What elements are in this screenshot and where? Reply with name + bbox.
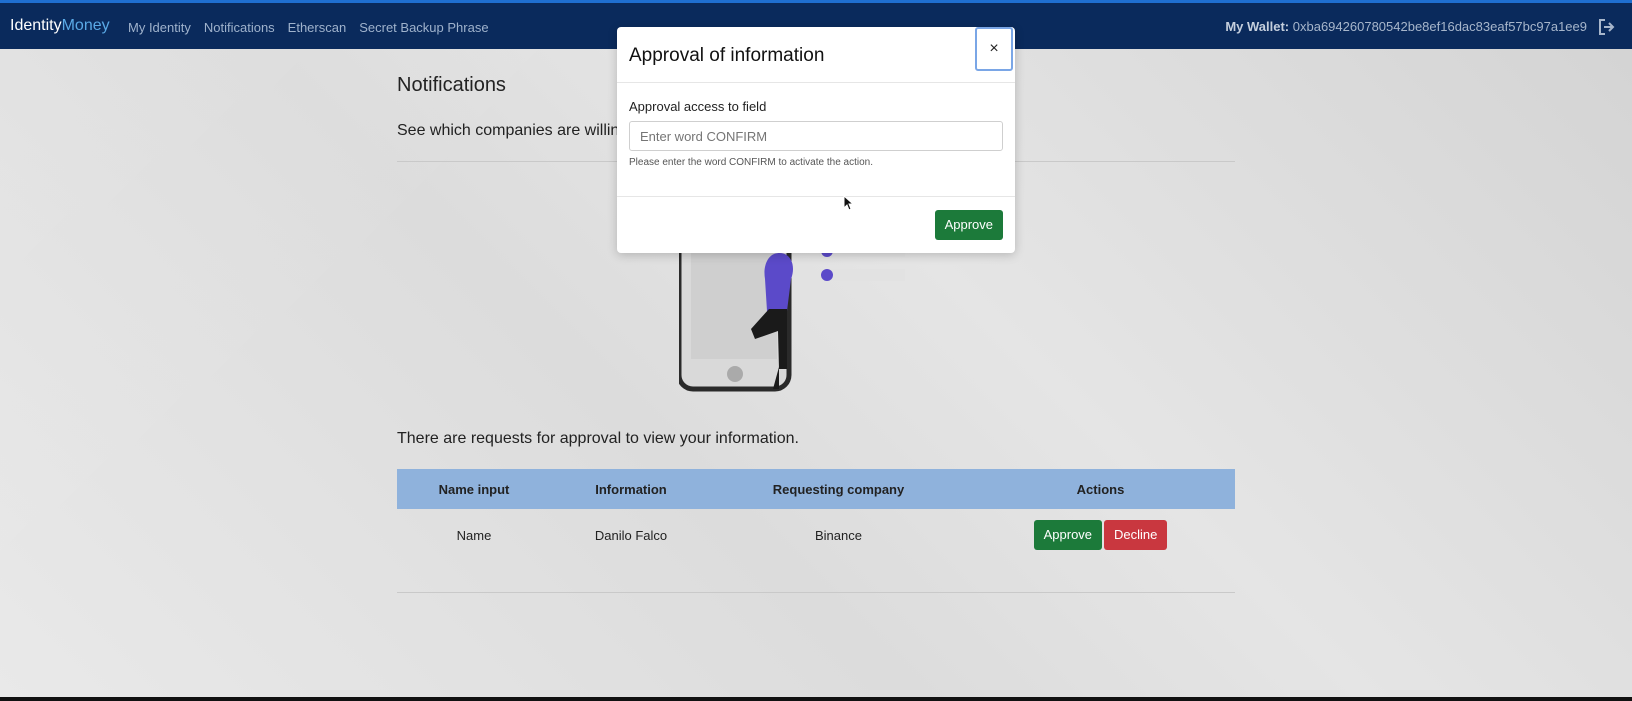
field-label: Approval access to field [629, 99, 767, 114]
help-text: Please enter the word CONFIRM to activat… [629, 157, 873, 168]
close-button[interactable]: × [975, 27, 1013, 71]
modal-header-divider [617, 82, 1015, 83]
modal-title: Approval of information [629, 45, 825, 66]
approval-modal: Approval of information × Approval acces… [617, 27, 1015, 253]
confirm-input[interactable] [629, 121, 1003, 151]
mouse-cursor-icon [843, 195, 853, 211]
close-icon: × [989, 40, 999, 57]
modal-approve-button[interactable]: Approve [934, 210, 1003, 240]
modal-footer-divider [617, 196, 1015, 197]
